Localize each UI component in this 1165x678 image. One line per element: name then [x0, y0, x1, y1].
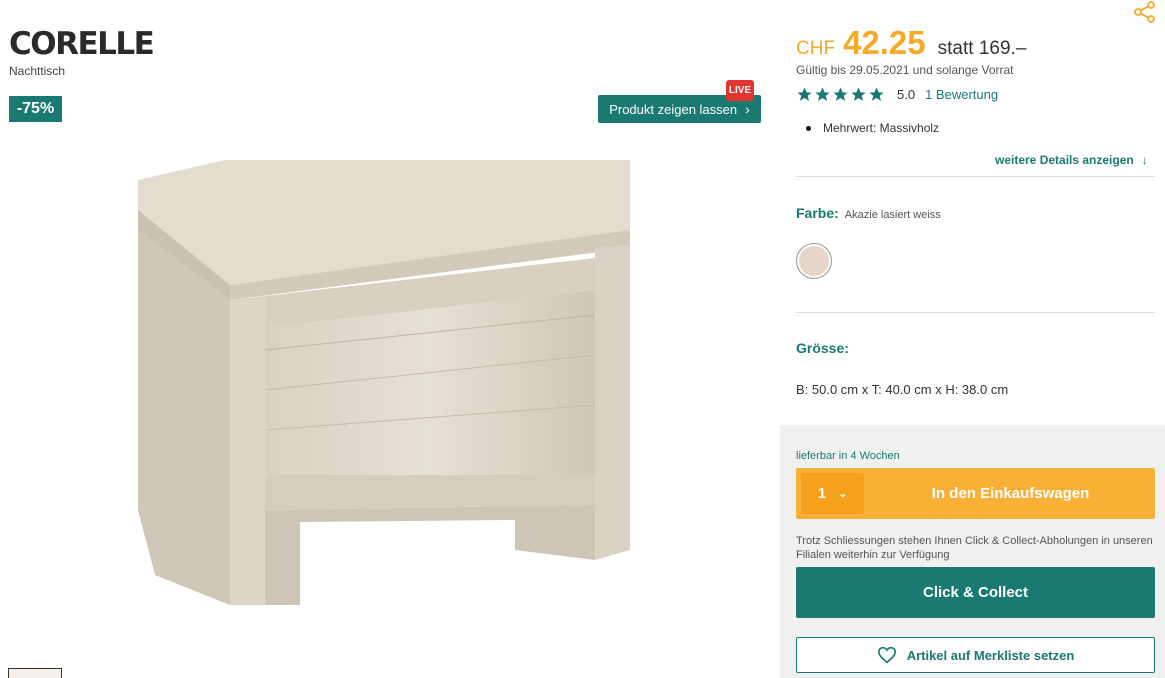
more-details-label: weitere Details anzeigen: [995, 153, 1134, 167]
delivery-info: lieferbar in 4 Wochen: [796, 450, 900, 462]
wishlist-label: Artikel auf Merkliste setzen: [906, 647, 1075, 663]
star-icon: [851, 87, 866, 101]
live-badge: LIVE: [726, 80, 754, 101]
price-currency: CHF: [796, 38, 836, 59]
click-collect-button[interactable]: Click & Collect: [796, 567, 1155, 618]
arrow-down-icon: ↓: [1141, 153, 1148, 167]
thumbnail[interactable]: [8, 668, 62, 678]
share-icon[interactable]: [1132, 0, 1156, 24]
price-validity: Gültig bis 29.05.2021 und solange Vorrat: [796, 63, 1014, 77]
quantity-value: 1: [817, 485, 827, 502]
divider: [796, 176, 1155, 177]
chevron-down-icon: ⌄: [838, 488, 848, 500]
click-collect-notice: Trotz Schliessungen stehen Ihnen Click &…: [796, 535, 1153, 561]
reviews-link[interactable]: 1 Bewertung: [925, 87, 998, 102]
star-icon: [815, 87, 830, 101]
product-subtitle: Nachttisch: [9, 64, 66, 78]
old-price: statt 169.–: [937, 38, 1027, 59]
star-icon: [833, 87, 848, 101]
quantity-select[interactable]: 1 ⌄: [801, 473, 864, 514]
color-swatch[interactable]: [796, 243, 832, 279]
rating-value: 5.0: [897, 87, 916, 102]
color-selector: Farbe: Akazie lasiert weiss: [796, 205, 941, 221]
live-show-label: Produkt zeigen lassen: [609, 101, 738, 117]
discount-badge: -75%: [9, 96, 62, 122]
more-details-link[interactable]: weitere Details anzeigen ↓: [995, 153, 1148, 167]
price-row: CHF 42.25 statt 169.–: [796, 24, 1026, 62]
price-amount: 42.25: [843, 24, 926, 61]
size-dimensions: B: 50.0 cm x T: 40.0 cm x H: 38.0 cm: [796, 382, 1009, 397]
feature-text: Mehrwert: Massivholz: [823, 121, 940, 135]
product-gallery: CORELLE Nachttisch -75% Produkt zeigen l…: [0, 0, 775, 678]
star-icon: [797, 87, 812, 101]
rating: 5.0 1 Bewertung: [796, 86, 998, 103]
product-image[interactable]: [130, 150, 640, 610]
chevron-right-icon: ›: [745, 101, 750, 117]
buy-box: lieferbar in 4 Wochen 1 ⌄ In den Einkauf…: [780, 425, 1165, 678]
add-to-cart-label: In den Einkaufswagen: [931, 485, 1090, 502]
wishlist-button[interactable]: Artikel auf Merkliste setzen: [796, 637, 1155, 673]
add-to-cart-button[interactable]: 1 ⌄ In den Einkaufswagen: [796, 468, 1155, 519]
color-value: Akazie lasiert weiss: [844, 209, 941, 221]
bullet-dot: [806, 125, 811, 131]
brand-title: CORELLE: [9, 26, 155, 62]
heart-icon: [877, 646, 896, 664]
divider: [796, 312, 1155, 313]
product-info: CHF 42.25 statt 169.– Gültig bis 29.05.2…: [780, 0, 1165, 678]
size-label: Grösse:: [796, 340, 849, 356]
rating-stars: [796, 86, 885, 103]
color-label: Farbe:: [796, 205, 839, 221]
feature-bullet: Mehrwert: Massivholz: [806, 121, 939, 135]
star-icon: [869, 87, 884, 101]
